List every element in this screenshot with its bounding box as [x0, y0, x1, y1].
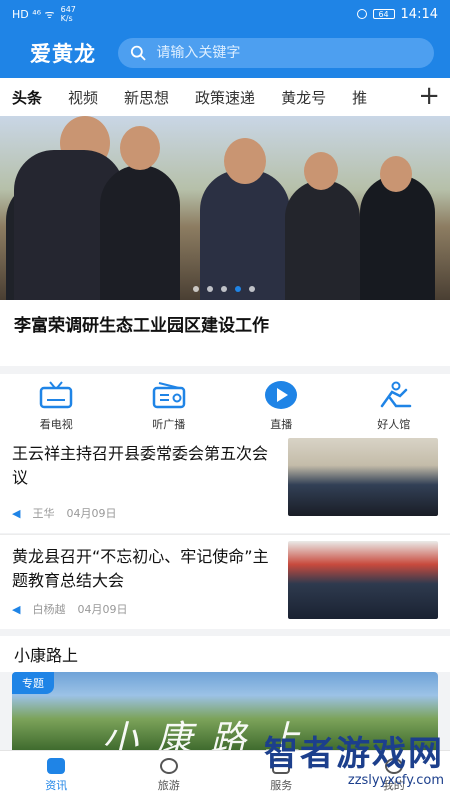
- nav-label: 资讯: [45, 779, 68, 792]
- tab-policy[interactable]: 政策速递: [195, 87, 255, 108]
- quick-link-label: 好人馆: [377, 418, 411, 431]
- hero-photo-person: [224, 138, 266, 184]
- quick-link-tv[interactable]: 看电视: [16, 380, 96, 432]
- hero-photo-person: [200, 170, 290, 300]
- clock: 14:14: [400, 6, 438, 22]
- add-tab-icon[interactable]: +: [418, 83, 440, 109]
- battery-icon: 64: [372, 9, 395, 19]
- news-item[interactable]: 王云祥主持召开县委常委会第五次会议 ◀ 王华 04月09日: [0, 438, 450, 533]
- watermark-url: zzslyyxcfy.com: [347, 773, 444, 788]
- news-title: 黄龙县召开“不忘初心、牢记使命”主题教育总结大会: [12, 547, 269, 590]
- quick-link-live[interactable]: 直播: [241, 380, 321, 432]
- quick-links: 看电视 听广播 直播 好人馆: [0, 374, 450, 438]
- status-bar: HD ⁴⁶ ᯤ 647 K/s 64 14:14: [0, 0, 450, 28]
- radio-icon: [152, 382, 185, 409]
- watermark-title: 智者游戏网: [264, 734, 444, 774]
- carousel-dot[interactable]: [221, 286, 227, 292]
- category-tabs: 头条 视频 新思想 政策速递 黄龙号 推 +: [0, 78, 450, 116]
- hero-photo-person: [285, 180, 360, 300]
- quick-link-label: 看电视: [39, 418, 73, 431]
- app-header: HD ⁴⁶ ᯤ 647 K/s 64 14:14 爱黄龙: [0, 0, 450, 78]
- news-title: 王云祥主持召开县委常委会第五次会议: [12, 444, 269, 487]
- tab-recommend[interactable]: 推: [352, 87, 367, 108]
- carousel-dot[interactable]: [207, 286, 213, 292]
- hero-photo-person: [304, 152, 338, 190]
- tab-new-thought[interactable]: 新思想: [124, 87, 169, 108]
- hero-headline[interactable]: 李富荣调研生态工业园区建设工作: [0, 300, 450, 366]
- quick-link-radio[interactable]: 听广播: [129, 380, 209, 432]
- carousel-dot[interactable]: [249, 286, 255, 292]
- news-author: 白杨越: [32, 603, 66, 616]
- alarm-icon: [356, 9, 367, 19]
- quick-link-label: 直播: [270, 418, 293, 431]
- news-author: 王华: [32, 507, 55, 520]
- news-thumbnail: [288, 541, 438, 619]
- tab-video[interactable]: 视频: [68, 87, 98, 108]
- carousel-indicator: [193, 286, 255, 292]
- speaker-icon[interactable]: ◀: [12, 603, 20, 616]
- hero-photo-person: [120, 126, 160, 170]
- quick-link-label: 听广播: [152, 418, 186, 431]
- carousel-dot-active[interactable]: [235, 286, 241, 292]
- news-date: 04月09日: [77, 603, 128, 616]
- nav-news[interactable]: 资讯: [26, 758, 86, 793]
- tab-huanglong[interactable]: 黄龙号: [281, 87, 326, 108]
- section-title: 小康路上: [0, 636, 450, 672]
- hero-photo-person: [360, 175, 435, 300]
- news-thumbnail: [288, 438, 438, 516]
- carousel-dot[interactable]: [193, 286, 199, 292]
- tab-headlines[interactable]: 头条: [12, 87, 42, 108]
- hero-photo-person: [100, 165, 180, 300]
- topic-badge: 专题: [12, 672, 54, 694]
- news-item[interactable]: 黄龙县召开“不忘初心、牢记使命”主题教育总结大会 ◀ 白杨越 04月09日: [0, 534, 450, 629]
- app-logo: 爱黄龙: [30, 41, 96, 66]
- hero-photo-person: [380, 156, 412, 192]
- network-indicator: HD ⁴⁶ ᯤ: [12, 7, 55, 21]
- speaker-icon[interactable]: ◀: [12, 507, 20, 520]
- hero-carousel[interactable]: [0, 116, 450, 300]
- quick-link-good-people[interactable]: 好人馆: [354, 380, 434, 432]
- news-date: 04月09日: [66, 507, 117, 520]
- news-icon: [47, 758, 66, 774]
- network-speed: 647 K/s: [60, 5, 76, 23]
- search-bar[interactable]: [118, 38, 434, 68]
- tv-icon: [40, 381, 73, 409]
- search-input[interactable]: [156, 45, 422, 61]
- watermark: 智者游戏网 zzslyyxcfy.com: [174, 726, 444, 796]
- figure-icon: [380, 381, 411, 408]
- play-icon: [265, 381, 298, 409]
- search-icon: [130, 45, 146, 61]
